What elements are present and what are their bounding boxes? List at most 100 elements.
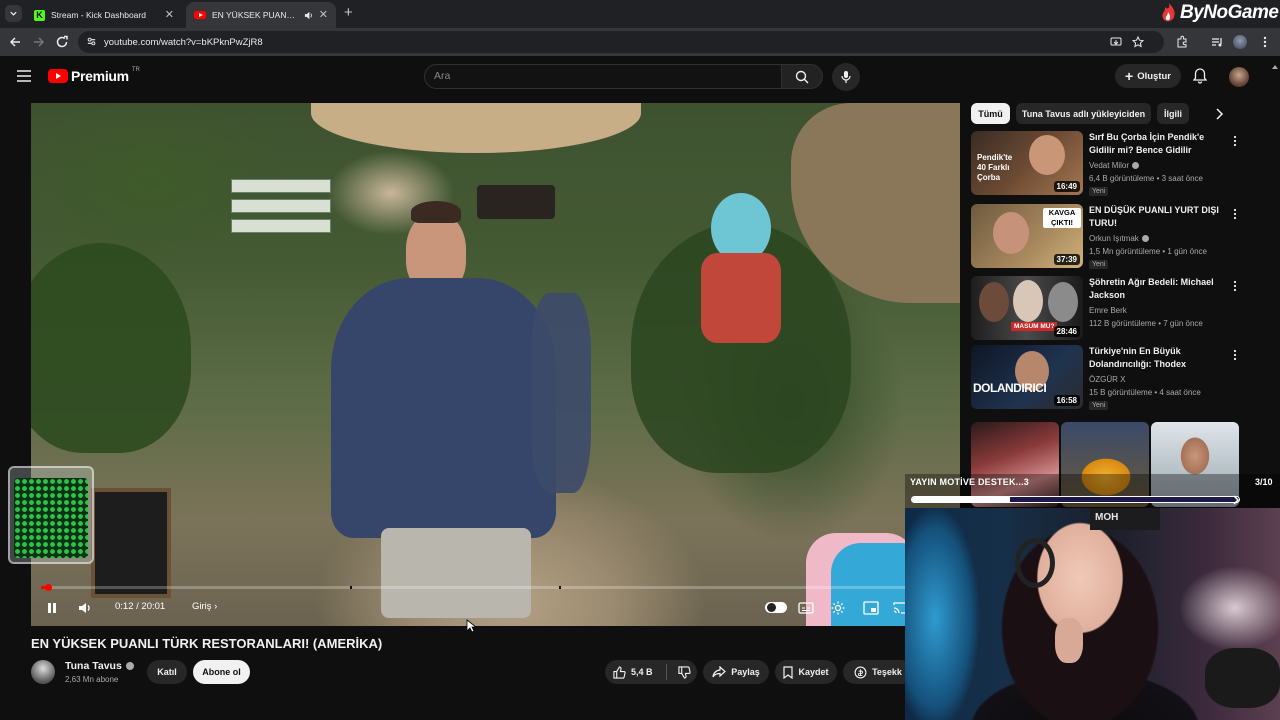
canopy xyxy=(311,103,641,153)
recommendation-channel[interactable]: Vedat Milor xyxy=(1089,161,1140,170)
new-tab-button[interactable]: + xyxy=(344,5,353,21)
streamer-webcam: MOH xyxy=(905,508,1280,720)
share-button[interactable]: Paylaş xyxy=(703,660,769,684)
channel-avatar[interactable] xyxy=(31,660,55,684)
join-button[interactable]: Katıl xyxy=(147,660,187,684)
watermark-text: ByNoGame xyxy=(1180,2,1279,23)
sign xyxy=(231,219,331,233)
recommendation-channel[interactable]: Orkun Işıtmak xyxy=(1089,234,1149,243)
subscribe-button[interactable]: Abone ol xyxy=(193,660,250,684)
tab-close-icon[interactable]: ✕ xyxy=(165,9,174,21)
more-vert-icon[interactable] xyxy=(1258,35,1272,49)
hand xyxy=(1055,618,1083,663)
tab-search-button[interactable] xyxy=(5,5,22,22)
scrollbar[interactable] xyxy=(1272,64,1278,464)
browser-tab-bar: K Stream - Kick Dashboard ✕ EN YÜKSEK PU… xyxy=(0,0,1280,28)
chip-all[interactable]: Tümü xyxy=(971,103,1010,124)
browser-toolbar: youtube.com/watch?v=bKPknPwZjR8 xyxy=(0,28,1280,56)
video-thumbnail[interactable]: KAVGA ÇIKTI! 37:39 xyxy=(971,204,1083,268)
recommendation-item[interactable]: Pendik'te 40 Farklı Çorba 16:49 Sırf Bu … xyxy=(971,131,1251,196)
account-avatar[interactable] xyxy=(1229,67,1249,87)
bead-jar-overlay xyxy=(8,466,94,564)
video-progress-bar[interactable] xyxy=(41,586,950,589)
install-app-icon[interactable] xyxy=(1110,36,1122,48)
chip-related[interactable]: İlgili xyxy=(1157,103,1189,124)
share-label: Paylaş xyxy=(731,667,760,677)
like-button[interactable]: 5,4 B xyxy=(605,660,697,684)
volume-icon[interactable] xyxy=(78,601,92,615)
bookmark-star-icon[interactable] xyxy=(1132,36,1144,48)
youtube-premium-logo[interactable]: Premium TR xyxy=(48,67,140,84)
forward-icon[interactable] xyxy=(32,35,46,49)
chalkboard xyxy=(91,488,171,598)
more-actions-icon[interactable] xyxy=(1229,135,1241,147)
video-player[interactable]: 0:12 / 20:01 Giriş › xyxy=(31,103,960,626)
search-placeholder: Ara xyxy=(434,70,451,82)
goal-count: 3/10 xyxy=(1255,477,1273,487)
autoplay-toggle[interactable] xyxy=(765,602,787,613)
tab-close-icon[interactable]: ✕ xyxy=(319,9,328,21)
recommendation-item[interactable]: DOLANDIRICI 16:58 Türkiye'nin En Büyük D… xyxy=(971,345,1251,410)
video-thumbnail[interactable]: MASUM MU? 28:46 xyxy=(971,276,1083,340)
thumbnail-text: Pendik'te 40 Farklı Çorba xyxy=(977,153,1013,182)
share-arrow-icon xyxy=(712,666,727,678)
back-icon[interactable] xyxy=(8,35,22,49)
save-button[interactable]: Kaydet xyxy=(775,660,837,684)
video-duration: 37:39 xyxy=(1053,254,1080,265)
scroll-up-icon[interactable] xyxy=(1272,64,1278,70)
more-actions-icon[interactable] xyxy=(1229,208,1241,220)
plush xyxy=(1205,648,1280,708)
verified-icon xyxy=(1132,162,1140,169)
hamburger-menu-icon[interactable] xyxy=(17,70,31,82)
reload-icon[interactable] xyxy=(55,35,69,49)
media-controls-icon[interactable] xyxy=(1210,35,1224,49)
thumbs-down-icon[interactable] xyxy=(677,665,691,679)
address-bar[interactable]: youtube.com/watch?v=bKPknPwZjR8 xyxy=(78,31,1164,53)
channel-name-text: Orkun Işıtmak xyxy=(1089,234,1139,243)
browser-tab-kick[interactable]: K Stream - Kick Dashboard ✕ xyxy=(26,2,182,28)
site-info-icon[interactable] xyxy=(86,36,97,47)
recommendation-item[interactable]: KAVGA ÇIKTI! 37:39 EN DÜŞÜK PUANLI YURT … xyxy=(971,204,1251,269)
recommendation-item[interactable]: MASUM MU? 28:46 Şöhretin Ağır Bedeli: Mi… xyxy=(971,276,1251,340)
speaker-icon[interactable] xyxy=(304,11,313,20)
pause-icon[interactable] xyxy=(45,601,59,615)
create-button[interactable]: + Oluştur xyxy=(1115,64,1181,88)
thanks-button[interactable]: Teşekk xyxy=(843,660,913,684)
chevron-right-icon[interactable] xyxy=(1214,108,1224,120)
thumbnail-text: DOLANDIRICI xyxy=(973,381,1047,395)
more-actions-icon[interactable] xyxy=(1229,349,1241,361)
extensions-icon[interactable] xyxy=(1175,35,1189,49)
channel-name[interactable]: Tuna Tavus xyxy=(65,660,134,672)
search-input[interactable]: Ara xyxy=(424,64,782,89)
recommendation-channel[interactable]: ÖZGÜR X xyxy=(1089,375,1125,384)
chip-label: Tümü xyxy=(978,108,1003,119)
goal-label: YAYIN MOTİVE DESTEK...3 xyxy=(910,477,1029,487)
chip-from-uploader[interactable]: Tuna Tavus adlı yükleyiciden xyxy=(1016,103,1151,124)
search-button[interactable] xyxy=(781,64,823,89)
thumbnail-text: KAVGA ÇIKTI! xyxy=(1043,208,1081,228)
recommendation-channel[interactable]: Emre Berk xyxy=(1089,306,1127,315)
bynogame-logo: ByNoGame xyxy=(1160,2,1279,24)
sign xyxy=(231,179,331,193)
miniplayer-icon[interactable] xyxy=(863,601,879,615)
chapter-button[interactable]: Giriş › xyxy=(192,601,217,612)
brand-label: Premium xyxy=(71,68,129,84)
subtitles-icon[interactable] xyxy=(798,601,814,615)
region-label: TR xyxy=(131,67,140,73)
chevron-right-icon[interactable] xyxy=(1231,495,1241,505)
more-actions-icon[interactable] xyxy=(1229,280,1241,292)
video-thumbnail[interactable]: Pendik'te 40 Farklı Çorba 16:49 xyxy=(971,131,1083,195)
subscribe-label: Abone ol xyxy=(202,667,241,677)
video-duration: 16:49 xyxy=(1053,181,1080,192)
progress-scrubber[interactable] xyxy=(45,584,52,591)
search-icon xyxy=(795,70,809,83)
settings-gear-icon[interactable] xyxy=(830,600,846,616)
profile-avatar-icon[interactable] xyxy=(1233,35,1247,49)
channel-name-text: Emre Berk xyxy=(1089,306,1127,315)
browser-tab-youtube[interactable]: EN YÜKSEK PUANLI TÜRK R ✕ xyxy=(186,2,336,28)
video-thumbnail[interactable]: DOLANDIRICI 16:58 xyxy=(971,345,1083,409)
tab-title: EN YÜKSEK PUANLI TÜRK R xyxy=(212,10,298,20)
divider xyxy=(665,664,667,680)
voice-search-button[interactable] xyxy=(832,63,860,91)
notifications-bell-icon[interactable] xyxy=(1193,68,1207,84)
